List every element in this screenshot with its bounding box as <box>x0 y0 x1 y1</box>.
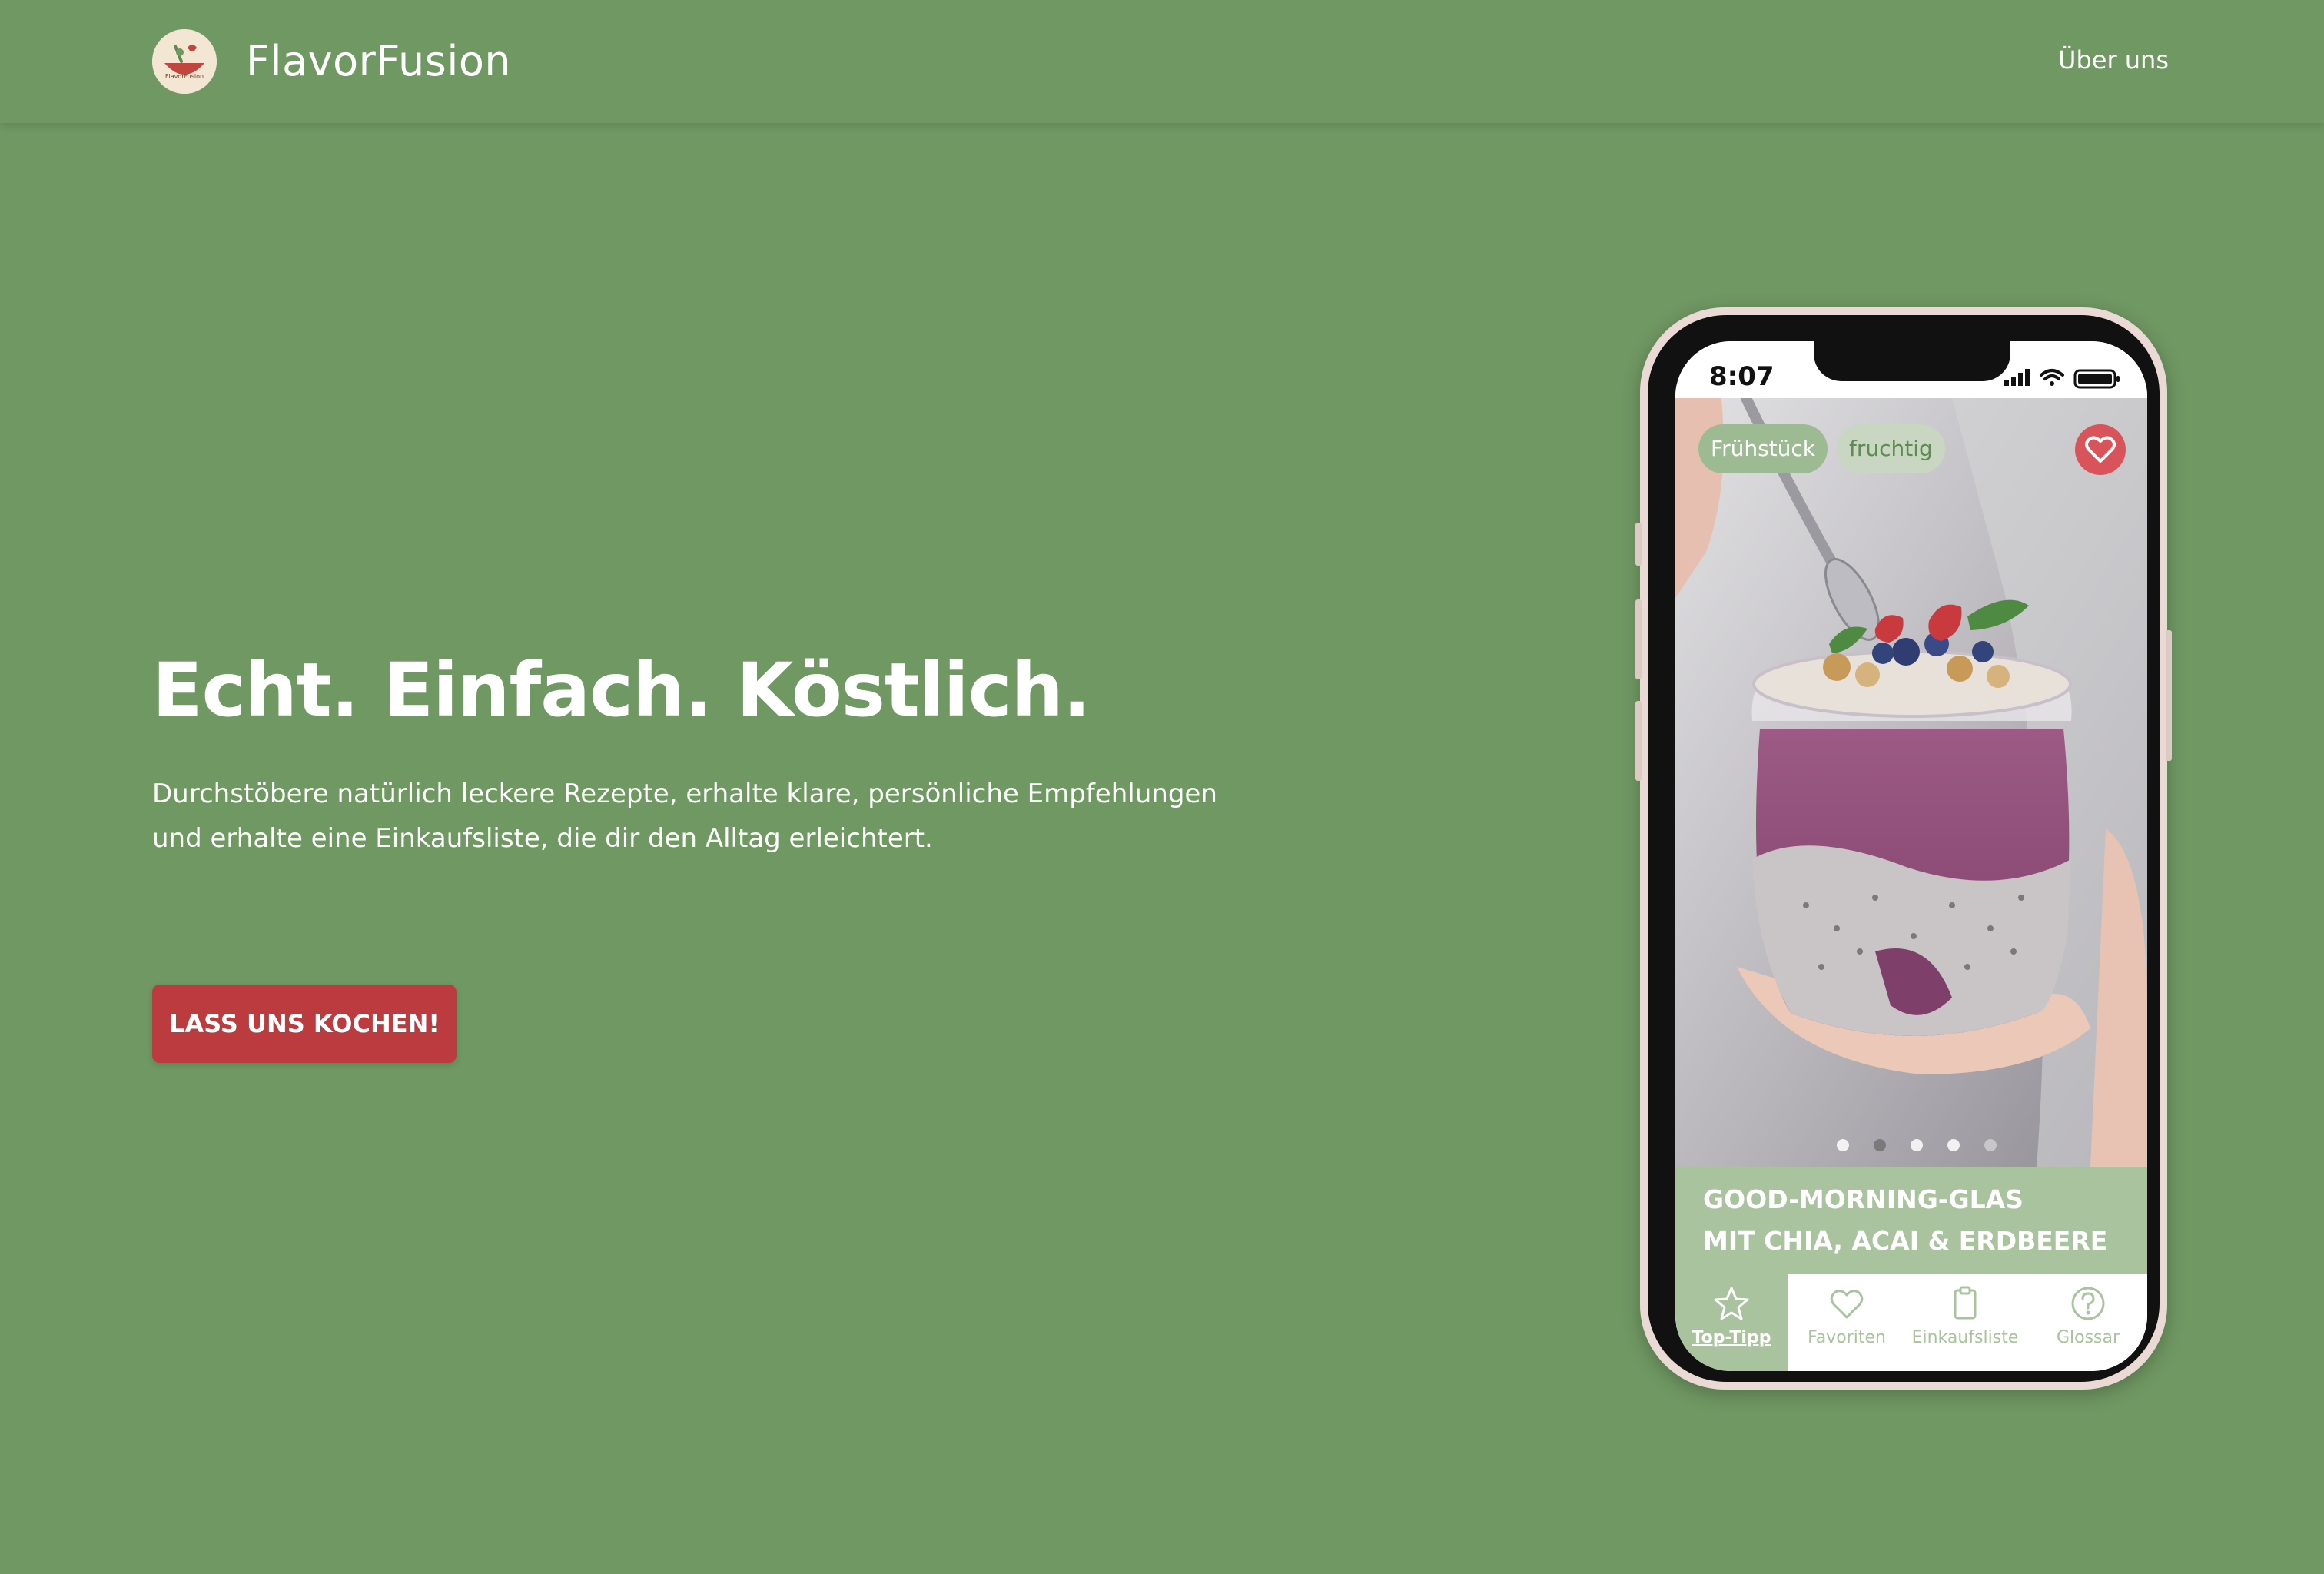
phone-power-button <box>2166 630 2172 761</box>
recipe-title-band[interactable]: GOOD-MORNING-GLAS MIT CHIA, ACAI & ERDBE… <box>1675 1167 2147 1274</box>
brand-name[interactable]: FlavorFusion <box>246 35 511 88</box>
tab-top-tipp[interactable]: Top-Tipp <box>1675 1274 1788 1371</box>
tag-chip-fruity[interactable]: fruchtig <box>1837 424 1945 473</box>
carousel-dot[interactable] <box>1984 1139 1997 1151</box>
star-icon <box>1714 1287 1749 1320</box>
brand-logo[interactable]: FlavorFusion <box>152 29 217 94</box>
recipe-photo[interactable]: Frühstück fruchtig <box>1675 398 2147 1167</box>
tab-label: Top-Tipp <box>1692 1328 1771 1347</box>
tab-label: Favoriten <box>1808 1328 1886 1347</box>
chia-jar-image <box>1675 398 2147 1167</box>
site-header: FlavorFusion FlavorFusion Über uns <box>0 0 2324 123</box>
tab-label: Glossar <box>2056 1328 2120 1347</box>
phone-notch <box>1814 341 2010 381</box>
heart-icon <box>2085 436 2116 463</box>
carousel-dot-active[interactable] <box>1874 1139 1886 1151</box>
status-bar: 8:07 <box>1675 341 2147 398</box>
bottom-tab-bar: Top-Tipp Favoriten Einkaufsliste Glossar <box>1675 1274 2147 1371</box>
battery-icon <box>2073 369 2120 389</box>
phone-bezel: 8:07 Frühstück fruchtig GOOD-MORNING-GLA… <box>1648 315 2160 1382</box>
heart-icon <box>1830 1290 1864 1319</box>
tab-einkaufsliste[interactable]: Einkaufsliste <box>1906 1274 2024 1371</box>
app-screen: 8:07 Frühstück fruchtig GOOD-MORNING-GLA… <box>1675 341 2147 1371</box>
phone-volume-down <box>1635 701 1642 781</box>
hero-headline: Echt. Einfach. Köstlich. <box>152 647 1091 733</box>
wifi-icon <box>2040 369 2064 386</box>
signal-icon <box>2004 369 2030 386</box>
carousel-indicator[interactable] <box>1837 1139 2006 1154</box>
tab-glossar[interactable]: Glossar <box>2029 1274 2147 1371</box>
recipe-title-line-2: MIT CHIA, ACAI & ERDBEERE <box>1703 1226 2108 1256</box>
hero-subtext: Durchstöbere natürlich leckere Rezepte, … <box>152 779 1217 854</box>
status-time: 8:07 <box>1709 361 1775 392</box>
nav-link-about[interactable]: Über uns <box>2058 45 2169 75</box>
clipboard-icon <box>1954 1286 1977 1320</box>
question-icon <box>2071 1287 2105 1320</box>
phone-mockup: 8:07 Frühstück fruchtig GOOD-MORNING-GLA… <box>1635 307 2172 1390</box>
tab-label: Einkaufsliste <box>1911 1328 2019 1347</box>
favorite-button[interactable] <box>2075 424 2126 475</box>
tag-chip-breakfast[interactable]: Frühstück <box>1698 424 1828 473</box>
svg-text:FlavorFusion: FlavorFusion <box>165 73 204 80</box>
phone-volume-up <box>1635 599 1642 679</box>
phone-mute-switch <box>1635 523 1642 566</box>
cta-button[interactable]: LASS UNS KOCHEN! <box>152 985 456 1063</box>
carousel-dot[interactable] <box>1947 1139 1960 1151</box>
carousel-dot[interactable] <box>1911 1139 1923 1151</box>
status-icons <box>2004 369 2120 389</box>
bowl-logo-icon: FlavorFusion <box>152 29 217 94</box>
recipe-title-line-1: GOOD-MORNING-GLAS <box>1703 1184 2024 1214</box>
carousel-dot[interactable] <box>1837 1139 1849 1151</box>
tab-favoriten[interactable]: Favoriten <box>1788 1274 1906 1371</box>
